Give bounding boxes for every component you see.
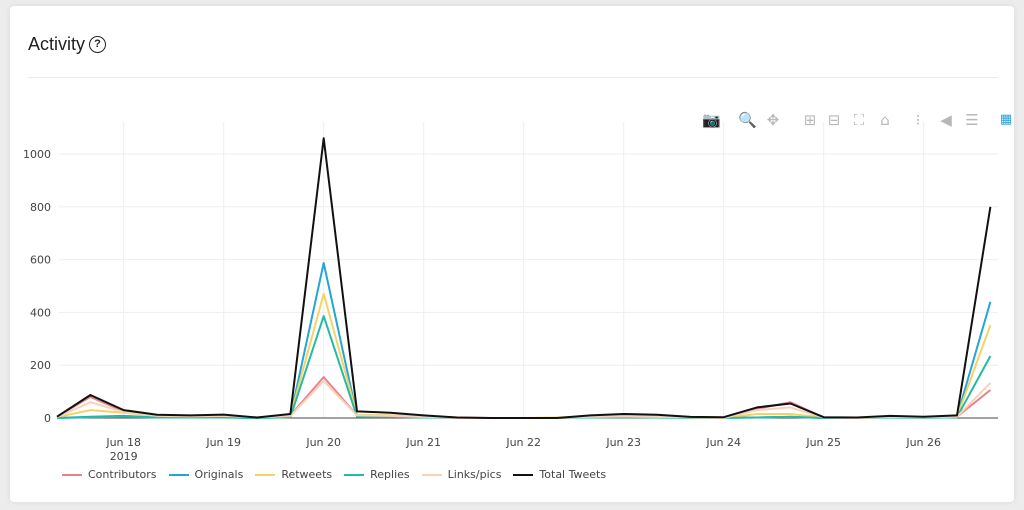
- legend-swatch: [513, 473, 534, 476]
- legend-swatch: [255, 473, 276, 476]
- legend-item-originals[interactable]: Originals: [168, 468, 244, 481]
- legend-item-contributors[interactable]: Contributors: [62, 468, 157, 481]
- legend-label: Contributors: [88, 468, 157, 481]
- x-tick-label: Jun 23: [605, 436, 641, 449]
- y-tick-label: 200: [30, 359, 51, 372]
- x-tick-label: Jun 22: [505, 436, 541, 449]
- legend-swatch: [168, 473, 189, 476]
- x-tick-sublabel: 2019: [110, 450, 138, 463]
- legend-label: Links/pics: [447, 468, 502, 481]
- x-tick-label: Jun 24: [705, 436, 741, 449]
- legend-swatch: [421, 473, 442, 476]
- legend-item-total-tweets[interactable]: Total Tweets: [513, 468, 606, 481]
- y-tick-label: 400: [30, 306, 51, 319]
- legend-label: Retweets: [281, 468, 333, 481]
- legend-item-retweets[interactable]: Retweets: [255, 468, 332, 481]
- x-tick-label: Jun 26: [905, 436, 941, 449]
- legend-label: Total Tweets: [539, 468, 607, 481]
- chart-legend: Contributors Originals Retweets Replies Link…: [62, 468, 606, 481]
- x-tick-label: Jun 21: [405, 436, 441, 449]
- y-tick-label: 600: [30, 254, 51, 267]
- activity-chart[interactable]: 0 200 400 600 800 1000 Jun 182019 Jun 19 Jun 20 J…: [0, 0, 1024, 510]
- x-tick-label: Jun 25: [805, 436, 841, 449]
- legend-item-links-pics[interactable]: Links/pics: [421, 468, 502, 481]
- y-tick-label: 1000: [23, 148, 51, 161]
- legend-swatch: [344, 473, 365, 476]
- y-tick-label: 0: [44, 412, 51, 425]
- x-tick-label: Jun 20: [305, 436, 341, 449]
- legend-swatch: [62, 473, 82, 476]
- legend-item-replies[interactable]: Replies: [344, 468, 410, 481]
- legend-label: Originals: [194, 468, 244, 481]
- x-tick-label: Jun 19: [205, 436, 241, 449]
- legend-label: Replies: [370, 468, 410, 481]
- y-tick-label: 800: [30, 201, 51, 214]
- x-tick-label: Jun 18: [105, 436, 141, 449]
